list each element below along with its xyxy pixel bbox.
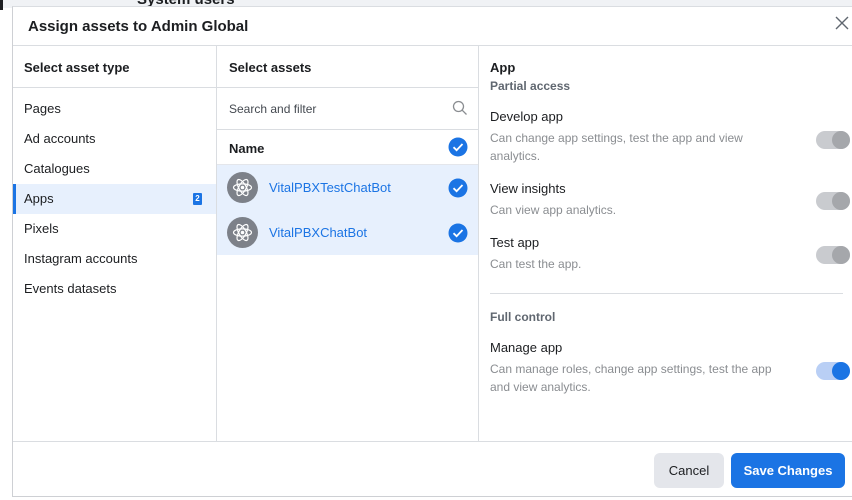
permission-description: Can view app analytics.	[490, 203, 617, 217]
close-icon[interactable]	[833, 14, 851, 32]
permissions-panel: App Partial access Develop app Can chang…	[479, 45, 852, 442]
asset-type-list: Pages Ad accounts Catalogues Apps 2 Pixe…	[13, 88, 216, 304]
asset-type-label: Events datasets	[24, 281, 117, 296]
asset-type-label: Pages	[24, 101, 61, 116]
assets-header: Select assets	[217, 46, 478, 88]
permission-manage-app: Manage app Can manage roles, change app …	[490, 340, 852, 396]
asset-type-apps[interactable]: Apps 2	[13, 184, 216, 214]
select-all-checkbox[interactable]	[448, 137, 468, 157]
app-atom-icon	[227, 217, 258, 248]
asset-name: VitalPBXTestChatBot	[269, 180, 391, 195]
permission-description: Can manage roles, change app settings, t…	[490, 362, 772, 394]
permission-name: Manage app	[490, 340, 563, 355]
permissions-section: App Partial access Develop app Can chang…	[479, 60, 852, 396]
test-app-toggle[interactable]	[816, 246, 850, 264]
asset-type-label: Instagram accounts	[24, 251, 138, 266]
background-edge-mark	[0, 0, 3, 10]
permissions-title: App	[490, 60, 516, 75]
asset-row[interactable]: VitalPBXChatBot	[217, 210, 478, 255]
permission-name: Develop app	[490, 109, 563, 124]
asset-type-panel: Select asset type Pages Ad accounts Cata…	[13, 45, 217, 442]
permission-test-app: Test app Can test the app.	[490, 235, 852, 273]
permission-description: Can test the app.	[490, 257, 582, 271]
asset-type-ad-accounts[interactable]: Ad accounts	[13, 124, 216, 154]
selected-count-badge: 2	[193, 193, 202, 205]
permission-develop-app: Develop app Can change app settings, tes…	[490, 109, 852, 165]
permission-name: View insights	[490, 181, 566, 196]
save-changes-button[interactable]: Save Changes	[731, 453, 845, 488]
asset-name: VitalPBXChatBot	[269, 225, 368, 240]
cancel-button[interactable]: Cancel	[654, 453, 724, 488]
assets-panel: Select assets Name VitalPBXTestC	[216, 45, 479, 442]
search-icon[interactable]	[452, 100, 468, 116]
asset-type-label: Catalogues	[24, 161, 90, 176]
asset-type-label: Ad accounts	[24, 131, 96, 146]
dialog-title: Assign assets to Admin Global	[28, 18, 249, 35]
search-bar	[217, 88, 478, 130]
full-control-header: Full control	[490, 310, 556, 324]
permission-description: Can change app settings, test the app an…	[490, 131, 743, 163]
permission-view-insights: View insights Can view app analytics.	[490, 181, 852, 219]
asset-type-events-datasets[interactable]: Events datasets	[13, 274, 216, 304]
asset-row[interactable]: VitalPBXTestChatBot	[217, 165, 478, 210]
app-atom-icon	[227, 172, 258, 203]
permissions-subtitle: Partial access	[490, 79, 571, 93]
asset-type-header: Select asset type	[13, 46, 216, 88]
manage-app-toggle[interactable]	[816, 362, 850, 380]
asset-type-pages[interactable]: Pages	[13, 94, 216, 124]
name-header-label: Name	[229, 141, 265, 156]
asset-checkbox[interactable]	[448, 178, 468, 198]
search-input[interactable]	[217, 88, 447, 129]
asset-type-label: Pixels	[24, 221, 59, 236]
asset-type-instagram-accounts[interactable]: Instagram accounts	[13, 244, 216, 274]
asset-checkbox[interactable]	[448, 223, 468, 243]
develop-app-toggle[interactable]	[816, 131, 850, 149]
asset-type-catalogues[interactable]: Catalogues	[13, 154, 216, 184]
view-insights-toggle[interactable]	[816, 192, 850, 210]
section-divider	[490, 293, 843, 294]
asset-type-label: Apps	[24, 191, 54, 206]
permission-name: Test app	[490, 235, 540, 250]
asset-type-pixels[interactable]: Pixels	[13, 214, 216, 244]
name-column-header: Name	[217, 130, 478, 165]
assign-assets-dialog: Assign assets to Admin Global Select ass…	[12, 6, 852, 497]
